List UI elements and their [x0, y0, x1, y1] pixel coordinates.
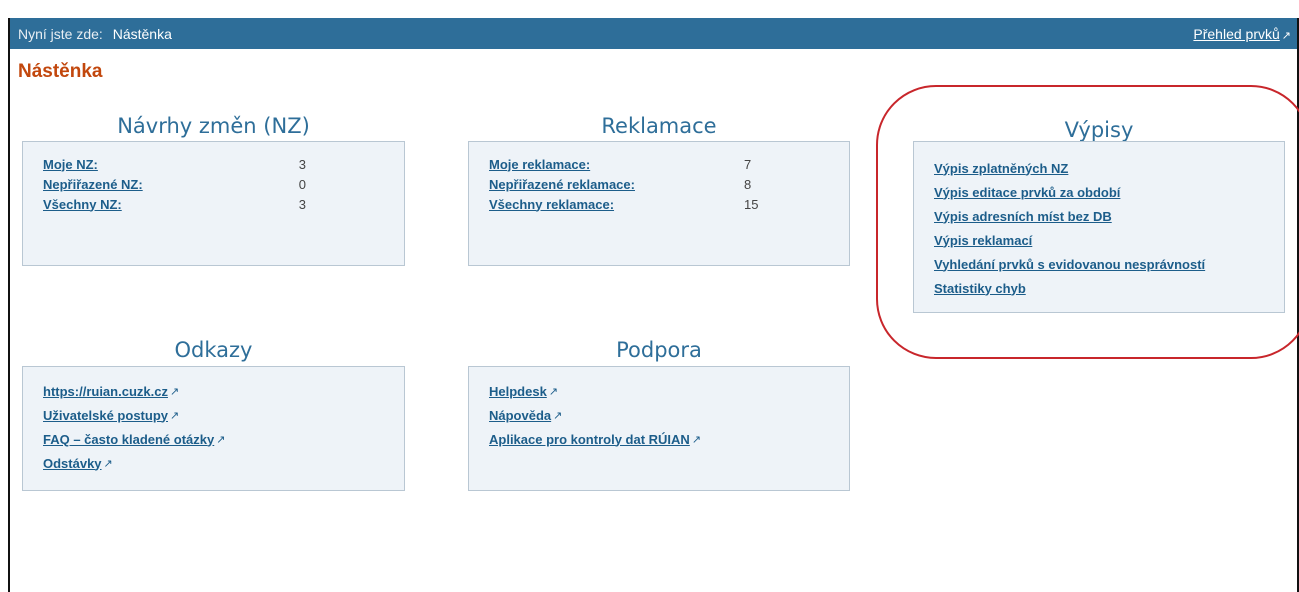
- value-vsechny-nz: 3: [298, 196, 306, 212]
- link-vsechny-nz[interactable]: Všechny NZ:: [43, 197, 299, 212]
- link-odstavky[interactable]: Odstávky: [43, 456, 102, 471]
- external-link-icon: ↗: [216, 433, 226, 446]
- section-title-reklamace: Reklamace: [601, 114, 717, 138]
- link-moje-nz[interactable]: Moje NZ:: [43, 157, 299, 172]
- top-bar: Nyní jste zde: Nástěnka Přehled prvků ↗: [10, 18, 1297, 49]
- value-neprirazene-nz: 0: [298, 176, 306, 192]
- link-statistiky-chyb[interactable]: Statistiky chyb: [934, 281, 1026, 296]
- table-row: Nepřiřazené reklamace: 8: [489, 174, 829, 194]
- section-title-podpora: Podpora: [616, 338, 702, 362]
- list-item: Aplikace pro kontroly dat RÚIAN ↗: [489, 427, 829, 451]
- list-item: Nápověda ↗: [489, 403, 829, 427]
- external-link-icon: ↗: [103, 457, 113, 470]
- link-neprirazene-reklamace[interactable]: Nepřiřazené reklamace:: [489, 177, 744, 192]
- link-aplikace-kontroly[interactable]: Aplikace pro kontroly dat RÚIAN: [489, 432, 690, 447]
- breadcrumb: Nyní jste zde: Nástěnka: [18, 26, 172, 42]
- link-faq[interactable]: FAQ – často kladené otázky: [43, 432, 214, 447]
- link-helpdesk[interactable]: Helpdesk: [489, 384, 547, 399]
- link-vyhledani-prvku[interactable]: Vyhledání prvků s evidovanou nesprávnost…: [934, 257, 1205, 272]
- overview-link[interactable]: Přehled prvků: [1193, 26, 1279, 42]
- breadcrumb-current: Nástěnka: [112, 25, 172, 42]
- list-item: Odstávky ↗: [43, 451, 384, 475]
- panel-odkazy: https://ruian.cuzk.cz ↗ Uživatelské postu…: [22, 366, 405, 491]
- external-link-icon: ↗: [1281, 29, 1291, 42]
- section-title-vypisy: Výpisy: [1064, 118, 1134, 142]
- link-uzivatelske-postupy[interactable]: Uživatelské postupy: [43, 408, 168, 423]
- app-frame: Nyní jste zde: Nástěnka Přehled prvků ↗ N…: [8, 18, 1299, 592]
- value-vsechny-reklamace: 15: [744, 196, 759, 212]
- page-title: Nástěnka: [18, 61, 103, 82]
- list-item: FAQ – často kladené otázky ↗: [43, 427, 384, 451]
- value-moje-nz: 3: [298, 156, 306, 172]
- link-vsechny-reklamace[interactable]: Všechny reklamace:: [489, 197, 744, 212]
- table-row: Moje NZ: 3: [43, 154, 384, 174]
- link-ruian[interactable]: https://ruian.cuzk.cz: [43, 384, 168, 399]
- list-item: Statistiky chyb: [934, 276, 1264, 300]
- external-link-icon: ↗: [691, 433, 702, 446]
- list-item: Helpdesk ↗: [489, 379, 829, 403]
- list-item: Výpis editace prvků za období: [934, 180, 1264, 204]
- list-item: Uživatelské postupy ↗: [43, 403, 384, 427]
- link-vypis-reklamaci[interactable]: Výpis reklamací: [934, 233, 1032, 248]
- list-item: Výpis reklamací: [934, 228, 1264, 252]
- table-row: Všechny NZ: 3: [43, 194, 384, 214]
- link-vypis-adresnich-mist[interactable]: Výpis adresních míst bez DB: [934, 209, 1112, 224]
- link-neprirazene-nz[interactable]: Nepřiřazené NZ:: [43, 177, 299, 192]
- panel-podpora: Helpdesk ↗ Nápověda ↗ Aplikace pro kontrol…: [468, 366, 850, 491]
- panel-reklamace: Moje reklamace: 7 Nepřiřazené reklamace:…: [468, 141, 850, 266]
- table-row: Všechny reklamace: 15: [489, 194, 829, 214]
- external-link-icon: ↗: [170, 409, 180, 422]
- section-title-odkazy: Odkazy: [174, 338, 253, 362]
- external-link-icon: ↗: [553, 409, 563, 422]
- list-item: Výpis adresních míst bez DB: [934, 204, 1264, 228]
- value-moje-reklamace: 7: [744, 156, 752, 172]
- panel-vypisy: Výpis zplatněných NZ Výpis editace prvků…: [913, 141, 1285, 313]
- value-neprirazene-reklamace: 8: [744, 176, 752, 192]
- panel-nz: Moje NZ: 3 Nepřiřazené NZ: 0 Všechny NZ:…: [22, 141, 405, 266]
- link-vypis-zplatnenych-nz[interactable]: Výpis zplatněných NZ: [934, 161, 1068, 176]
- table-row: Nepřiřazené NZ: 0: [43, 174, 384, 194]
- link-moje-reklamace[interactable]: Moje reklamace:: [489, 157, 744, 172]
- section-title-nz: Návrhy změn (NZ): [117, 114, 310, 138]
- link-vypis-editace-prvku[interactable]: Výpis editace prvků za období: [934, 185, 1120, 200]
- external-link-icon: ↗: [548, 385, 559, 398]
- list-item: Vyhledání prvků s evidovanou nesprávnost…: [934, 252, 1264, 276]
- breadcrumb-prefix: Nyní jste zde:: [18, 25, 103, 42]
- link-napoveda[interactable]: Nápověda: [489, 408, 551, 423]
- external-link-icon: ↗: [169, 385, 180, 398]
- overview-link-wrap[interactable]: Přehled prvků ↗: [1193, 26, 1291, 42]
- list-item: Výpis zplatněných NZ: [934, 156, 1264, 180]
- list-item: https://ruian.cuzk.cz ↗: [43, 379, 384, 403]
- table-row: Moje reklamace: 7: [489, 154, 829, 174]
